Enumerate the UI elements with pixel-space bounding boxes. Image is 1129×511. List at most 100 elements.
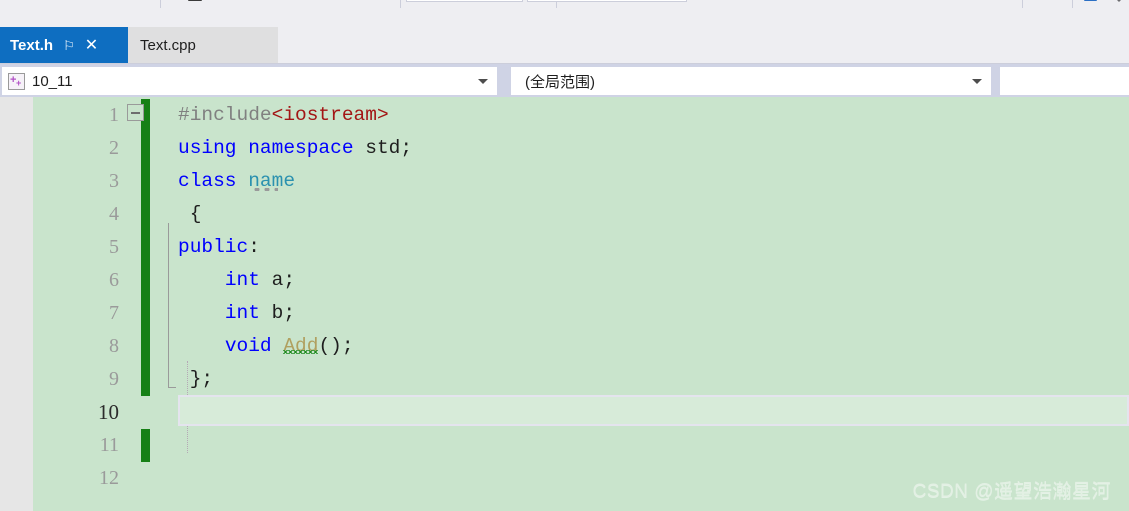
line-number: 12 — [99, 467, 119, 489]
code-editor[interactable]: 1 #include<iostream> 2 using namespace std;… — [0, 97, 1129, 511]
code-line[interactable]: 3 class name — [33, 165, 1129, 198]
code-text: { — [178, 198, 202, 231]
watermark: CSDN @遥望浩瀚星河 — [912, 481, 1111, 502]
code-token: void — [224, 335, 272, 357]
platform-combo[interactable] — [527, 0, 687, 2]
code-token: class — [178, 170, 237, 192]
code-line[interactable]: 5 public: — [33, 231, 1129, 264]
code-token: Add — [283, 335, 319, 357]
line-number: 1 — [109, 104, 119, 126]
line-number: 2 — [109, 137, 119, 159]
code-token: a; — [259, 269, 296, 291]
pin-icon[interactable]: ⚐ — [63, 38, 75, 53]
project-dropdown[interactable]: 10_11 — [2, 67, 497, 95]
line-number: 7 — [109, 302, 119, 324]
chevron-down-icon[interactable] — [972, 79, 982, 84]
config-combo[interactable] — [406, 0, 523, 2]
code-text: using namespace std; — [178, 132, 412, 165]
scope-dropdown[interactable]: (全局范围) — [511, 67, 991, 95]
line-number: 10 — [98, 400, 119, 424]
start-debug-icon[interactable]: ▷ — [457, 0, 464, 1]
feedback-icon[interactable] — [1084, 0, 1097, 1]
code-text: int a; — [178, 264, 295, 297]
toolbar-separator — [1072, 0, 1073, 8]
outlining-vertical-line — [168, 223, 169, 387]
notifications-icon[interactable]: ⚑ — [1044, 0, 1052, 1]
change-bar — [141, 132, 150, 165]
toolbar-separator — [160, 0, 161, 8]
close-icon[interactable]: ✕ — [85, 37, 98, 53]
text-caret — [181, 399, 183, 422]
code-line[interactable]: 8 void Add(); — [33, 330, 1129, 363]
code-line[interactable]: 11 — [33, 429, 1129, 462]
tab-label: Text.cpp — [140, 37, 196, 54]
code-token: b; — [259, 302, 296, 324]
change-bar — [141, 330, 150, 363]
code-line[interactable]: 1 #include<iostream> — [33, 99, 1129, 132]
code-token: { — [178, 203, 202, 225]
code-text: public: — [178, 231, 260, 264]
tab-well-empty-area — [278, 27, 1129, 64]
code-token: int — [224, 269, 260, 291]
line-number: 4 — [109, 203, 119, 225]
line-number: 11 — [99, 434, 119, 456]
code-token: name — [248, 170, 296, 192]
toolbar-separator — [1022, 0, 1023, 8]
change-bar — [141, 231, 150, 264]
code-token: : — [248, 236, 260, 258]
scope-dropdown-value: (全局范围) — [525, 73, 595, 91]
current-line-highlight — [178, 395, 1129, 426]
line-number: 8 — [109, 335, 119, 357]
toolbar-separator — [400, 0, 401, 8]
tab-text-h[interactable]: Text.h ⚐ ✕ — [0, 27, 128, 64]
code-token: public — [178, 236, 249, 258]
document-tab-well: Text.h ⚐ ✕ Text.cpp — [0, 26, 1129, 64]
code-token: int — [224, 302, 260, 324]
code-token: namespace — [248, 137, 354, 159]
code-token: #include — [178, 104, 272, 126]
line-number: 6 — [109, 269, 119, 291]
change-bar — [141, 198, 150, 231]
navigation-bar: 10_11 (全局范围) — [0, 64, 1129, 97]
line-number: 9 — [109, 368, 119, 390]
tab-text-cpp[interactable]: Text.cpp — [128, 27, 278, 64]
code-token: (); — [318, 335, 354, 357]
line-number: 3 — [109, 170, 119, 192]
code-line[interactable]: 6 int a; — [33, 264, 1129, 297]
collapse-outlining-icon[interactable] — [127, 104, 144, 121]
code-text: }; — [178, 363, 213, 396]
code-line[interactable]: 7 int b; — [33, 297, 1129, 330]
change-bar — [141, 297, 150, 330]
code-text: class name — [178, 165, 295, 198]
toolbar-overflow-caret-icon[interactable] — [1114, 0, 1124, 2]
tab-label: Text.h — [10, 37, 54, 54]
project-dropdown-value: 10_11 — [32, 72, 73, 90]
line-number: 5 — [109, 236, 119, 258]
outlining-foot-line — [168, 387, 176, 388]
change-bar — [141, 264, 150, 297]
cpp-project-icon — [8, 72, 25, 90]
code-token: <iostream> — [271, 104, 389, 126]
member-dropdown[interactable] — [1000, 67, 1129, 95]
code-token: }; — [178, 368, 214, 390]
change-bar — [141, 429, 150, 462]
code-line[interactable]: 2 using namespace std; — [33, 132, 1129, 165]
toolbar: ▷ ⚑ — [0, 0, 1129, 26]
chevron-down-icon[interactable] — [478, 79, 488, 84]
code-token: std; — [353, 137, 413, 159]
code-text: int b; — [178, 297, 295, 330]
code-token: using — [178, 137, 237, 159]
code-text: #include<iostream> — [178, 99, 389, 132]
code-text: void Add(); — [178, 330, 354, 363]
change-bar — [141, 363, 150, 396]
code-line[interactable]: 4 { — [33, 198, 1129, 231]
code-line[interactable]: 9 }; — [33, 363, 1129, 396]
change-bar — [141, 165, 150, 198]
save-icon[interactable] — [188, 0, 202, 1]
